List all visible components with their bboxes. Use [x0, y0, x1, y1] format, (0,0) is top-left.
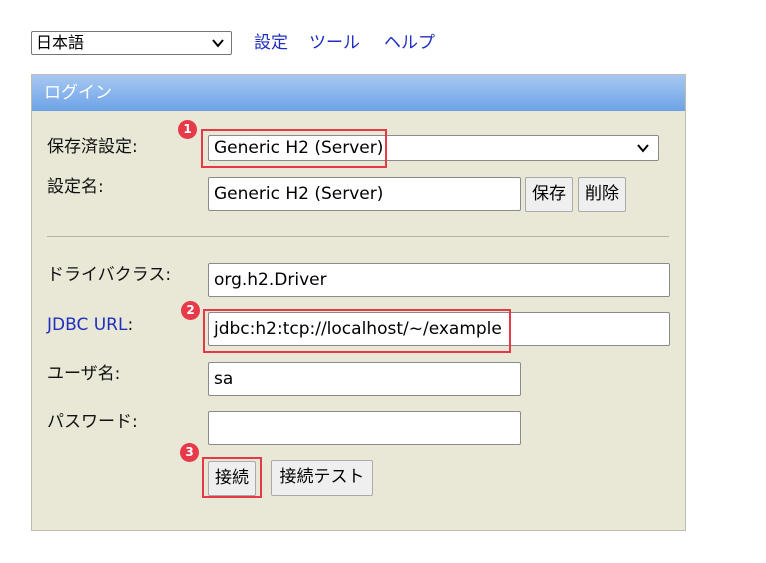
setting-name-input[interactable]: Generic H2 (Server)	[208, 177, 521, 211]
saved-settings-label: 保存済設定:	[47, 137, 138, 157]
username-label: ユーザ名:	[47, 364, 121, 384]
step-marker-3: 3	[180, 443, 199, 462]
saved-settings-select[interactable]: Generic H2 (Server)	[208, 135, 659, 161]
tools-link[interactable]: ツール	[309, 31, 360, 55]
jdbc-url-label-text: JDBC URL	[47, 315, 128, 335]
driver-class-label: ドライバクラス:	[47, 265, 172, 285]
password-label: パスワード:	[47, 412, 138, 432]
jdbc-url-input[interactable]: jdbc:h2:tcp://localhost/~/example	[208, 312, 670, 346]
jdbc-url-label-colon: :	[127, 315, 134, 335]
chevron-down-icon	[637, 144, 649, 153]
settings-link[interactable]: 設定	[254, 31, 288, 55]
top-bar: 日本語 設定 ツール ヘルプ	[31, 30, 731, 56]
language-select-value: 日本語	[36, 33, 85, 52]
jdbc-url-label: JDBC URL:	[47, 314, 133, 336]
step-marker-1: 1	[178, 120, 197, 139]
step-marker-2: 2	[181, 301, 200, 320]
language-select[interactable]: 日本語	[31, 31, 232, 55]
setting-name-label: 設定名:	[47, 177, 104, 197]
chevron-down-icon	[212, 39, 224, 48]
save-button[interactable]: 保存	[525, 177, 573, 212]
help-link[interactable]: ヘルプ	[384, 31, 435, 55]
divider	[47, 236, 669, 237]
username-input[interactable]: sa	[208, 362, 521, 396]
driver-class-input[interactable]: org.h2.Driver	[208, 263, 670, 297]
password-input[interactable]	[208, 411, 521, 445]
test-connection-button[interactable]: 接続テスト	[271, 460, 373, 496]
login-panel: ログイン 保存済設定: Generic H2 (Server) 設定名: Gen…	[31, 74, 686, 531]
delete-button[interactable]: 削除	[578, 177, 626, 212]
saved-settings-value: Generic H2 (Server)	[214, 138, 384, 158]
connect-button[interactable]: 接続	[208, 461, 256, 496]
panel-title: ログイン	[32, 75, 685, 111]
